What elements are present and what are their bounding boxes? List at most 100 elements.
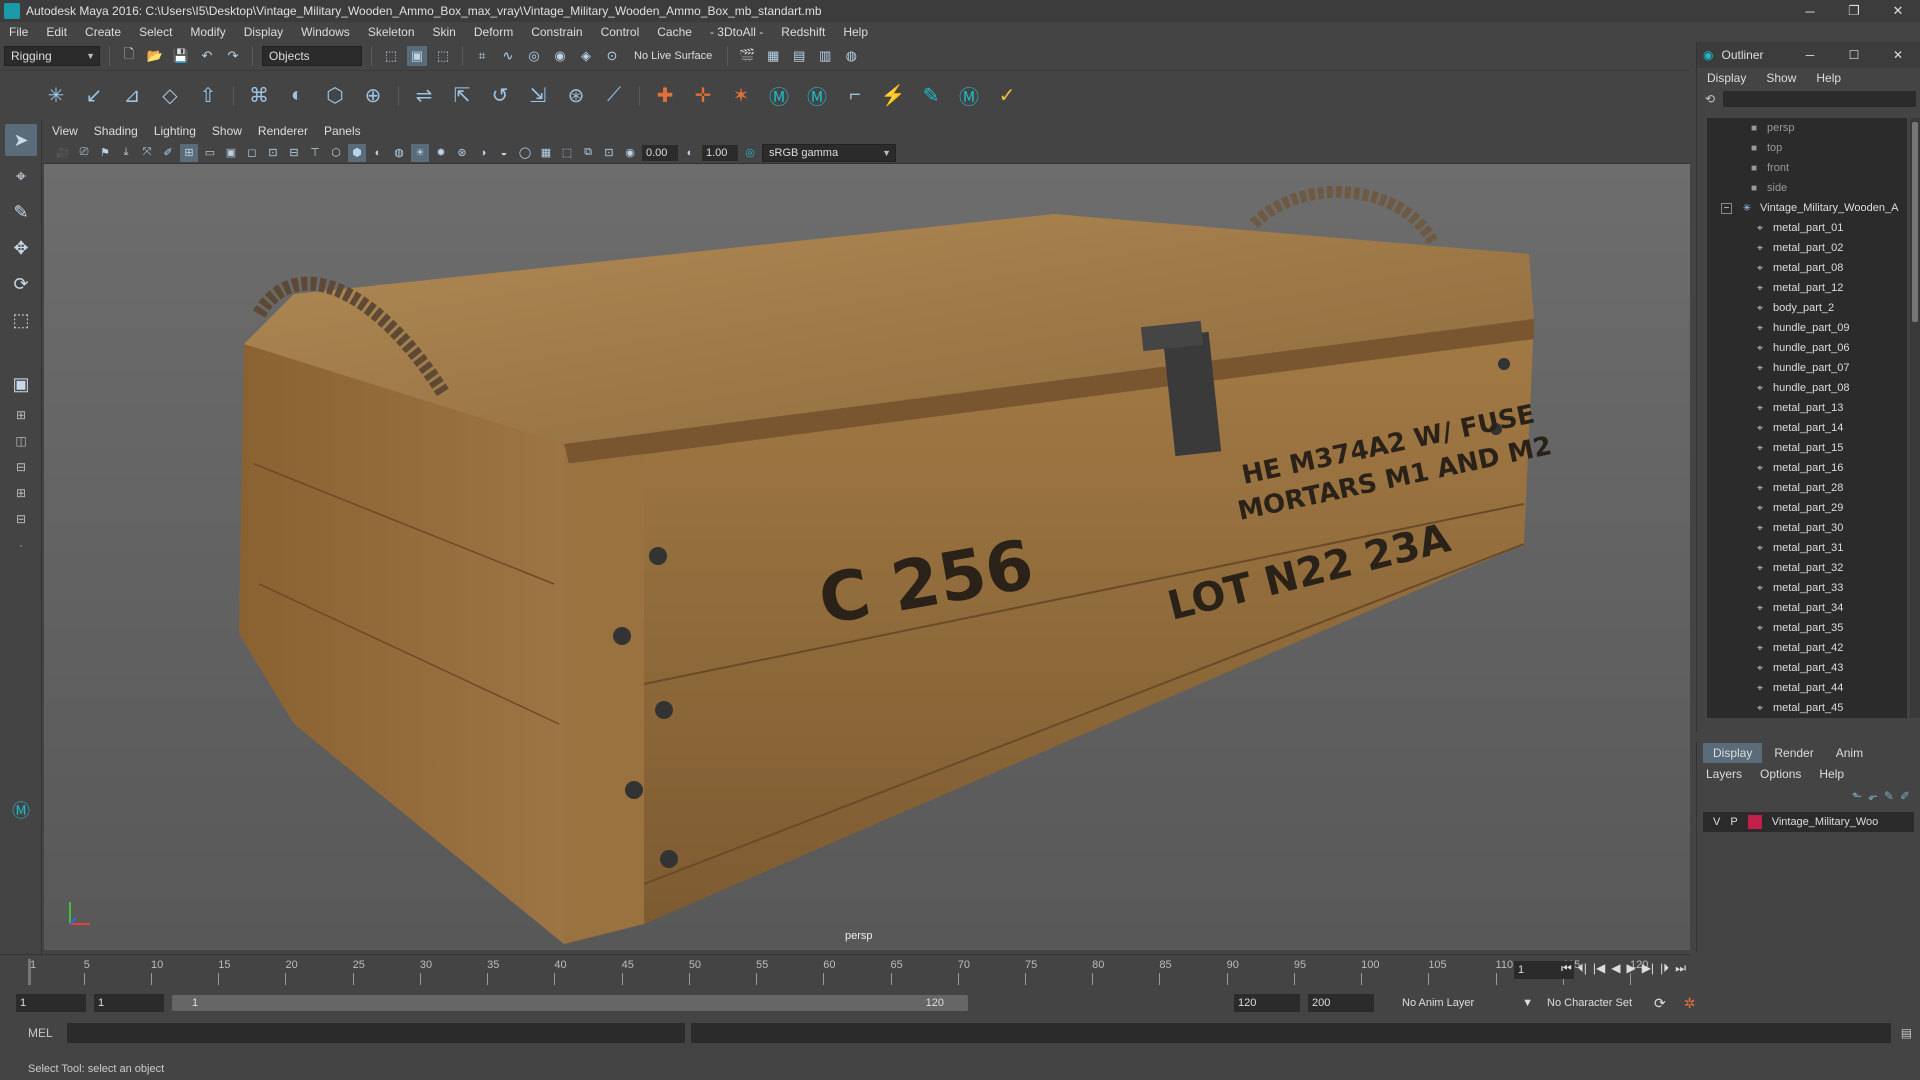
outliner-item[interactable]: ⌖ metal_part_02 bbox=[1707, 238, 1907, 258]
lattice-icon[interactable]: ⇱ bbox=[446, 80, 478, 112]
view-transform-dropdown[interactable]: sRGB gamma ▼ bbox=[762, 143, 896, 162]
auto-key-icon[interactable]: ⟳ bbox=[1654, 995, 1666, 1012]
range-bar[interactable]: 1 120 bbox=[172, 995, 968, 1011]
mel-label[interactable]: MEL bbox=[28, 1026, 53, 1040]
outliner-item[interactable]: ⌖ metal_part_34 bbox=[1707, 598, 1907, 618]
outliner-item[interactable]: ⌖ metal_part_13 bbox=[1707, 398, 1907, 418]
menu-skin[interactable]: Skin bbox=[424, 25, 465, 39]
menu-control[interactable]: Control bbox=[592, 25, 649, 39]
menu-select[interactable]: Select bbox=[130, 25, 181, 39]
blank-shelf-icon[interactable]: ⌐ bbox=[839, 80, 871, 112]
smooth-skin-icon[interactable]: ⬡ bbox=[319, 80, 351, 112]
anim-end-field[interactable]: 200 bbox=[1308, 994, 1374, 1012]
menu-windows[interactable]: Windows bbox=[292, 25, 359, 39]
menu-skeleton[interactable]: Skeleton bbox=[359, 25, 424, 39]
outliner-item[interactable]: ⌖ metal_part_30 bbox=[1707, 518, 1907, 538]
attach-icon[interactable]: ⚡ bbox=[877, 80, 909, 112]
xray-joints-icon[interactable]: ⧉ bbox=[579, 144, 597, 162]
scale-constraint-icon[interactable]: ⇲ bbox=[522, 80, 554, 112]
layer-menu-help[interactable]: Help bbox=[1810, 767, 1853, 781]
outliner-item[interactable]: ⌖ metal_part_45 bbox=[1707, 698, 1907, 718]
snap-surface-icon[interactable]: ◈ bbox=[576, 46, 596, 66]
default-material-icon[interactable]: ◐ bbox=[369, 144, 387, 162]
playback-end-field[interactable]: 120 bbox=[1234, 994, 1300, 1012]
graph-layout-icon[interactable]: ⊞ bbox=[5, 482, 37, 504]
outliner-item[interactable]: ⌖ metal_part_15 bbox=[1707, 438, 1907, 458]
safe-action-icon[interactable]: ⊟ bbox=[285, 144, 303, 162]
tab-display[interactable]: Display bbox=[1703, 743, 1763, 763]
play-forward-icon[interactable]: ▶ bbox=[1626, 961, 1635, 976]
move-layer-up-icon[interactable]: ⬑ bbox=[1852, 789, 1862, 803]
step-forward-icon[interactable]: |⏵ bbox=[1660, 961, 1669, 976]
outliner-item[interactable]: ⌖ metal_part_28 bbox=[1707, 478, 1907, 498]
layer-visibility[interactable]: V bbox=[1713, 816, 1720, 828]
ao-icon[interactable]: ⊛ bbox=[453, 144, 471, 162]
pole-vector-icon[interactable]: ⟋ bbox=[598, 80, 630, 112]
menu-display[interactable]: Display bbox=[235, 25, 292, 39]
scale-tool-icon[interactable]: ⬚ bbox=[5, 304, 37, 336]
gate-mask-icon[interactable]: ◻ bbox=[243, 144, 261, 162]
outliner-item[interactable]: ⌖ metal_part_08 bbox=[1707, 258, 1907, 278]
snap-grid-icon[interactable]: ⌗ bbox=[472, 46, 492, 66]
collapse-icon[interactable]: − bbox=[1721, 202, 1732, 214]
film-gate-icon[interactable]: ▭ bbox=[201, 144, 219, 162]
menu-3dtoall[interactable]: - 3DtoAll - bbox=[701, 25, 772, 39]
outliner-maximize-button[interactable]: ☐ bbox=[1832, 42, 1876, 68]
bookmark-icon[interactable]: ⚑ bbox=[96, 144, 114, 162]
panel-menu-shading[interactable]: Shading bbox=[86, 124, 146, 138]
persp-outliner-icon[interactable]: ⊟ bbox=[5, 456, 37, 478]
new-scene-icon[interactable]: 🗋 bbox=[119, 46, 139, 66]
snap-curve-icon[interactable]: ∿ bbox=[498, 46, 518, 66]
move-tool-icon[interactable]: ✥ bbox=[5, 232, 37, 264]
ik-spline-icon[interactable]: ⊿ bbox=[116, 80, 148, 112]
menu-set-dropdown[interactable]: Rigging ▼ bbox=[4, 46, 100, 66]
rotate-tool-icon[interactable]: ⟳ bbox=[5, 268, 37, 300]
orient-constraint-icon[interactable]: ✶ bbox=[725, 80, 757, 112]
dof-icon[interactable]: ◯ bbox=[516, 144, 534, 162]
command-input[interactable] bbox=[66, 1023, 685, 1043]
layer-menu-options[interactable]: Options bbox=[1751, 767, 1810, 781]
save-scene-icon[interactable]: 💾 bbox=[171, 46, 191, 66]
check-icon[interactable]: ✓ bbox=[991, 80, 1023, 112]
anim-start-field[interactable]: 1 bbox=[16, 994, 86, 1012]
outliner-close-button[interactable]: ✕ bbox=[1876, 42, 1920, 68]
live-surface-label[interactable]: No Live Surface bbox=[628, 50, 718, 62]
orient-joint-icon[interactable]: ⇧ bbox=[192, 80, 224, 112]
ipr-render-icon[interactable]: ▤ bbox=[789, 46, 809, 66]
menu-modify[interactable]: Modify bbox=[181, 25, 234, 39]
move-layer-down-icon[interactable]: ⬐ bbox=[1868, 789, 1878, 803]
shadows-icon[interactable]: ✸ bbox=[432, 144, 450, 162]
tab-anim[interactable]: Anim bbox=[1826, 743, 1873, 763]
outliner-item[interactable]: ⌖ metal_part_33 bbox=[1707, 578, 1907, 598]
outliner-scrollbar[interactable] bbox=[1910, 118, 1920, 718]
outliner-item[interactable]: ⌖ metal_part_32 bbox=[1707, 558, 1907, 578]
hypershade-layout-icon[interactable]: ⊟ bbox=[5, 508, 37, 530]
gamma-icon[interactable]: ◐ bbox=[681, 144, 699, 162]
layer-playback[interactable]: P bbox=[1730, 816, 1737, 828]
menu-cache[interactable]: Cache bbox=[648, 25, 701, 39]
layer-color-swatch[interactable] bbox=[1747, 815, 1762, 829]
exposure-icon[interactable]: ◉ bbox=[621, 144, 639, 162]
selection-mode-dropdown[interactable]: Objects bbox=[262, 46, 362, 66]
go-to-start-icon[interactable]: ⏮ bbox=[1561, 961, 1572, 976]
render-settings-icon[interactable]: 🎬 bbox=[737, 46, 757, 66]
go-to-end-icon[interactable]: ⏭ bbox=[1675, 961, 1686, 976]
maya-icon[interactable]: Ⓜ bbox=[953, 80, 985, 112]
prev-key-icon[interactable]: |◀ bbox=[1593, 961, 1605, 976]
next-key-icon[interactable]: ▶| bbox=[1642, 961, 1654, 976]
four-view-icon[interactable]: ⊞ bbox=[5, 404, 37, 426]
outliner-item-side[interactable]: ■ side bbox=[1707, 178, 1907, 198]
locator-icon[interactable]: ✚ bbox=[649, 80, 681, 112]
outliner-item[interactable]: ⌖ metal_part_43 bbox=[1707, 658, 1907, 678]
outliner-item-persp[interactable]: ■ persp bbox=[1707, 118, 1907, 138]
paint-icon[interactable]: ✎ bbox=[915, 80, 947, 112]
render-frame-icon[interactable]: ▦ bbox=[763, 46, 783, 66]
new-layer-icon[interactable]: ✎ bbox=[1884, 789, 1894, 803]
current-time-marker[interactable] bbox=[28, 959, 31, 985]
outliner-item[interactable]: ⌖ metal_part_44 bbox=[1707, 678, 1907, 698]
outliner-item[interactable]: ⌖ metal_part_29 bbox=[1707, 498, 1907, 518]
image-plane-icon[interactable]: ⤓ bbox=[117, 144, 135, 162]
2d-pan-icon[interactable]: ⤧ bbox=[138, 144, 156, 162]
minimize-button[interactable]: ─ bbox=[1788, 0, 1832, 22]
menu-redshift[interactable]: Redshift bbox=[772, 25, 834, 39]
